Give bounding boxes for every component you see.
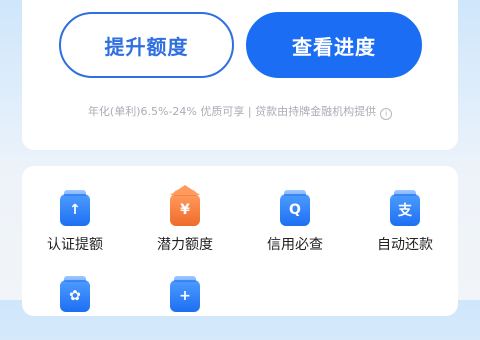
disclaimer-text: 年化(单利)6.5%-24% 优质可享 | 贷款由持牌金融机构提供 xyxy=(87,105,377,118)
services-card: ↑ 认证提额 ¥ 潜力额度 Q 信用必查 支 自动还款 ✿ + xyxy=(22,166,458,316)
service-label: 信用必查 xyxy=(267,237,323,253)
star-icon: ✿ xyxy=(60,276,90,312)
search-icon: Q xyxy=(280,190,310,226)
plus-icon: + xyxy=(170,276,200,312)
service-auto-repay[interactable]: 支 自动还款 xyxy=(355,190,455,254)
info-icon[interactable]: i xyxy=(380,108,393,120)
service-label: 自动还款 xyxy=(377,237,433,253)
service-label: 潜力额度 xyxy=(157,237,213,253)
view-progress-button[interactable]: 查看进度 xyxy=(246,12,422,78)
service-verify-raise-limit[interactable]: ↑ 认证提额 xyxy=(25,190,125,254)
increase-limit-button[interactable]: 提升额度 xyxy=(59,12,234,78)
service-potential-limit[interactable]: ¥ 潜力额度 xyxy=(135,185,235,254)
arrow-up-icon: ↑ xyxy=(60,190,90,226)
alipay-icon: 支 xyxy=(390,190,420,226)
loan-actions-card: 提升额度 查看进度 年化(单利)6.5%-24% 优质可享 | 贷款由持牌金融机… xyxy=(22,0,458,150)
yuan-house-icon: ¥ xyxy=(170,185,200,226)
disclaimer: 年化(单利)6.5%-24% 优质可享 | 贷款由持牌金融机构提供 i xyxy=(22,103,458,120)
service-item-6[interactable]: + xyxy=(135,276,235,340)
service-item-5[interactable]: ✿ xyxy=(25,276,125,340)
service-credit-check[interactable]: Q 信用必查 xyxy=(245,190,345,254)
service-label: 认证提额 xyxy=(47,237,103,253)
